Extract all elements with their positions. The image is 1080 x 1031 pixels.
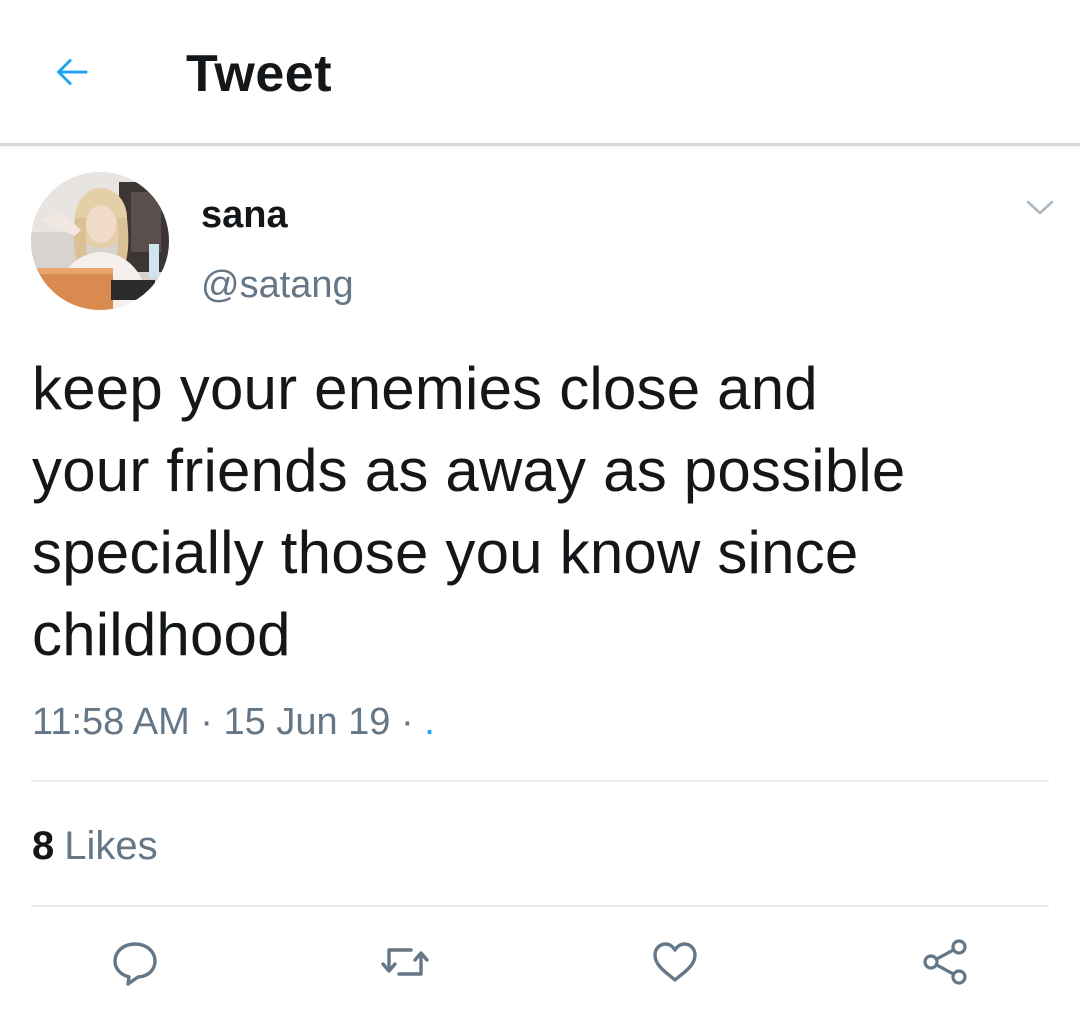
tweet-text: keep your enemies close and your friends… bbox=[32, 355, 906, 668]
tweet-time: 11:58 AM bbox=[32, 701, 190, 743]
divider bbox=[31, 905, 1049, 907]
tweet-source-link[interactable]: . bbox=[424, 701, 435, 743]
tweet-detail-screen: Tweet sana @satang keep your enemies clo… bbox=[0, 0, 1080, 1031]
heart-icon bbox=[649, 936, 701, 993]
arrow-left-icon bbox=[49, 49, 95, 100]
display-name[interactable]: sana bbox=[201, 192, 288, 238]
tweet-menu-button[interactable] bbox=[1018, 192, 1062, 228]
tweet-timestamp: 11:58 AM · 15 Jun 19 · . bbox=[32, 698, 435, 746]
likes-label: Likes bbox=[64, 824, 158, 868]
retweet-button[interactable] bbox=[373, 934, 437, 994]
reply-icon bbox=[109, 936, 161, 993]
likes-summary[interactable]: 8 Likes bbox=[32, 822, 158, 870]
likes-count: 8 bbox=[32, 824, 55, 868]
user-handle[interactable]: @satang bbox=[201, 262, 354, 308]
back-button[interactable] bbox=[40, 44, 104, 104]
reply-button[interactable] bbox=[103, 934, 167, 994]
tweet-date: 15 Jun 19 bbox=[223, 701, 391, 743]
like-button[interactable] bbox=[643, 934, 707, 994]
divider bbox=[31, 780, 1049, 782]
top-app-bar: Tweet bbox=[0, 0, 1080, 146]
avatar[interactable] bbox=[31, 172, 169, 310]
page-title: Tweet bbox=[186, 45, 333, 103]
retweet-icon bbox=[379, 936, 431, 993]
meta-separator: · bbox=[200, 701, 213, 743]
chevron-down-icon bbox=[1025, 198, 1055, 223]
meta-separator: · bbox=[401, 701, 414, 743]
share-icon bbox=[919, 936, 971, 993]
share-button[interactable] bbox=[913, 934, 977, 994]
